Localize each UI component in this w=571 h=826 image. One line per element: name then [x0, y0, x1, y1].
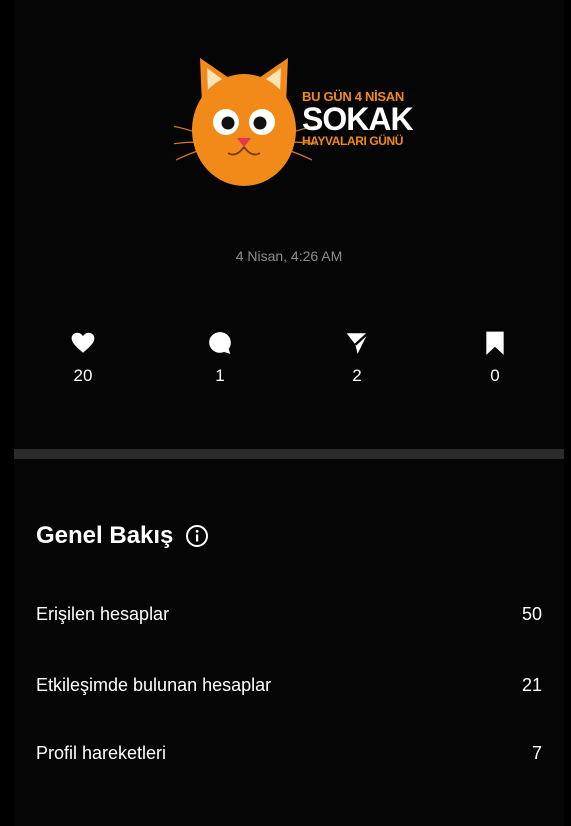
overview-title: Genel Bakış [36, 522, 174, 549]
saves-stat: 0 [465, 330, 525, 386]
overview-header: Genel Bakış [36, 522, 209, 550]
bookmark-icon [486, 331, 504, 355]
post-line-title: SOKAK [302, 101, 414, 137]
comments-stat: 1 [190, 330, 250, 386]
likes-stat: 20 [53, 330, 113, 386]
insights-screen: BU GÜN 4 NİSAN SOKAK HAYVALARI GÜNÜ 4 Ni… [14, 0, 564, 826]
share-icon [346, 332, 369, 354]
post-caption-graphic: BU GÜN 4 NİSAN SOKAK HAYVALARI GÜNÜ [302, 90, 422, 149]
post-timestamp: 4 Nisan, 4:26 AM [235, 248, 343, 264]
metric-label: Profil hareketleri [36, 743, 167, 763]
metric-label: Etkileşimde bulunan hesaplar [36, 675, 272, 695]
metric-label: Erişilen hesaplar [36, 604, 170, 624]
heart-icon [71, 332, 95, 353]
metric-value: 50 [521, 604, 542, 624]
metric-row-profile-activity[interactable]: Profil hareketleri 7 [36, 743, 542, 764]
shares-stat: 2 [327, 330, 387, 386]
likes-count: 20 [73, 366, 93, 385]
comments-count: 1 [215, 366, 225, 385]
metric-row-accounts-engaged[interactable]: Etkileşimde bulunan hesaplar 21 [36, 675, 542, 696]
engagement-stats: 20 1 2 0 [14, 330, 564, 400]
saves-count: 0 [490, 366, 500, 385]
shares-count: 2 [352, 366, 362, 385]
info-icon[interactable] [185, 524, 209, 548]
metric-row-accounts-reached[interactable]: Erişilen hesaplar 50 [36, 604, 542, 625]
metric-value: 21 [521, 675, 542, 695]
section-divider [14, 449, 564, 459]
metric-value: 7 [531, 743, 542, 763]
comment-icon [209, 332, 231, 354]
